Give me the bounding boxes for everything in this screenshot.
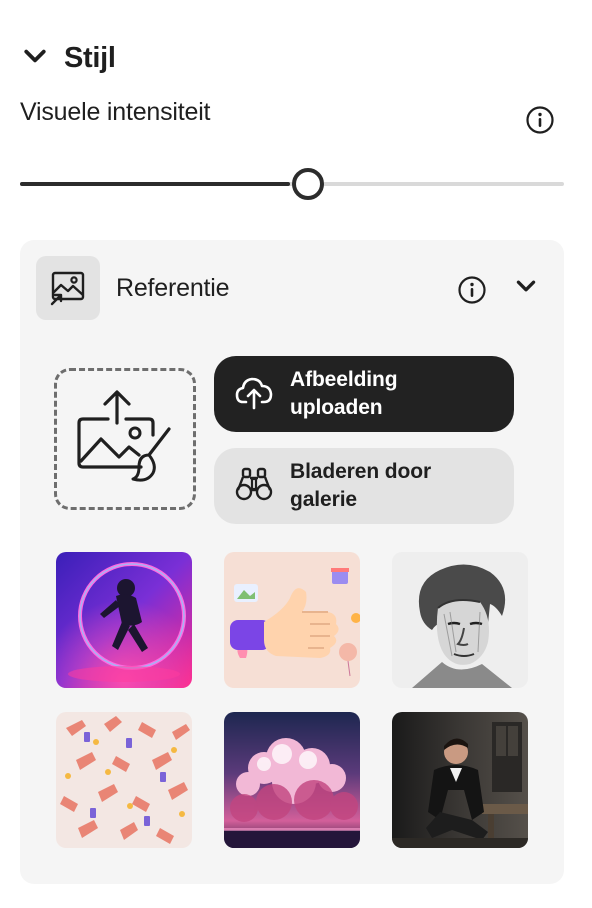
- slider-fill: [20, 182, 290, 186]
- image-reference-icon: [36, 256, 100, 320]
- image-drop-zone[interactable]: [54, 368, 196, 510]
- reference-collapse-toggle[interactable]: [510, 272, 542, 304]
- neon-astronaut-thumbnail[interactable]: [56, 552, 192, 688]
- chevron-down-icon: [513, 273, 539, 304]
- style-section-toggle[interactable]: Stijl: [20, 36, 116, 80]
- intensity-label: Visuele intensiteit: [20, 98, 211, 126]
- intensity-info-icon[interactable]: [524, 104, 556, 136]
- image-upload-edit-icon: [75, 389, 175, 490]
- browse-button-label: Bladeren door galerie: [290, 460, 432, 511]
- thumbs-up-hand-thumbnail[interactable]: [224, 552, 360, 688]
- section-title: Stijl: [64, 41, 116, 74]
- reference-card: Referentie Afbeelding uploaden Bladeren …: [20, 240, 564, 884]
- upload-image-button[interactable]: Afbeelding uploaden: [214, 356, 514, 432]
- cloud-upload-icon: [234, 372, 274, 417]
- visual-intensity-slider[interactable]: [20, 166, 564, 202]
- engraving-portrait-thumbnail[interactable]: [392, 552, 528, 688]
- binoculars-icon: [234, 464, 274, 509]
- pink-clouds-thumbnail[interactable]: [224, 712, 360, 848]
- man-in-suit-thumbnail[interactable]: [392, 712, 528, 848]
- reference-title: Referentie: [116, 274, 230, 302]
- upload-button-label: Afbeelding uploaden: [290, 368, 398, 419]
- reference-gallery: [56, 552, 528, 848]
- reference-info-icon[interactable]: [456, 274, 488, 306]
- slider-thumb[interactable]: [292, 168, 324, 200]
- chevron-down-icon: [20, 41, 50, 76]
- browse-gallery-button[interactable]: Bladeren door galerie: [214, 448, 514, 524]
- hands-pattern-thumbnail[interactable]: [56, 712, 192, 848]
- style-panel: Stijl Visuele intensiteit Referentie Afb…: [0, 0, 592, 908]
